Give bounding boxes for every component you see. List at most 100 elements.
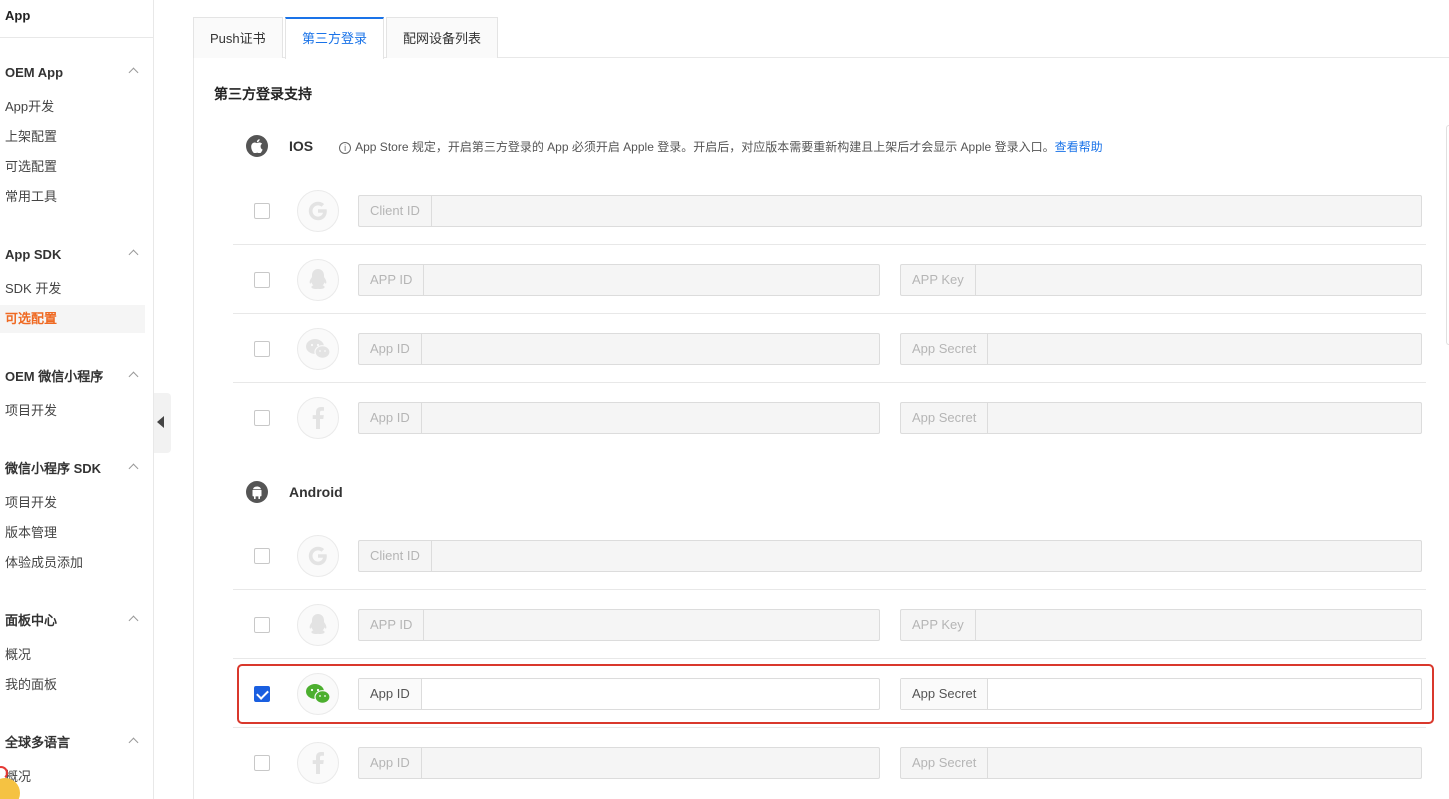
sidebar-item-optional-config[interactable]: 可选配置: [0, 153, 145, 181]
chevron-up-icon: [128, 371, 139, 382]
apple-icon: [246, 135, 268, 157]
android-google-checkbox[interactable]: [254, 548, 270, 564]
sidebar-group-label: 微信小程序 SDK: [5, 461, 102, 476]
ios-wechat-row: App ID App Secret: [233, 314, 1426, 383]
sidebar-group-app-sdk[interactable]: App SDK: [5, 245, 145, 265]
field-label: APP Key: [901, 265, 976, 295]
ios-facebook-app-secret-field: App Secret: [900, 402, 1422, 434]
field-label: App ID: [359, 403, 422, 433]
android-facebook-app-id-input[interactable]: [421, 748, 879, 778]
wechat-icon: [297, 673, 339, 715]
google-icon: [297, 190, 339, 232]
field-label: APP ID: [359, 265, 425, 295]
chevron-up-icon: [128, 67, 139, 78]
sidebar-divider: [0, 37, 153, 38]
sidebar-item-app-dev[interactable]: App开发: [0, 93, 145, 121]
tab-bar: Push证书 第三方登录 配网设备列表: [193, 17, 1449, 59]
ios-qq-row: APP ID APP Key: [233, 245, 1426, 314]
android-google-row: Client ID: [233, 521, 1426, 590]
android-qq-checkbox[interactable]: [254, 617, 270, 633]
ios-facebook-app-secret-input[interactable]: [988, 403, 1421, 433]
sidebar-item-panel-overview[interactable]: 概况: [0, 641, 145, 669]
android-google-client-id-input[interactable]: [431, 541, 1421, 571]
sidebar-group-miniprogram-sdk[interactable]: 微信小程序 SDK: [5, 459, 145, 479]
help-link[interactable]: 查看帮助: [1055, 140, 1103, 154]
chevron-up-icon: [128, 737, 139, 748]
tab-third-party-login[interactable]: 第三方登录: [285, 17, 385, 59]
chevron-up-icon: [128, 615, 139, 626]
ios-qq-app-key-input[interactable]: [975, 265, 1421, 295]
info-icon: i: [339, 141, 352, 154]
ios-facebook-checkbox[interactable]: [254, 410, 270, 426]
wechat-icon: [297, 328, 339, 370]
ios-note-text: App Store 规定，开启第三方登录的 App 必须开启 Apple 登录。…: [355, 139, 1055, 154]
android-wechat-app-id-input[interactable]: [421, 679, 879, 709]
ios-label: IOS: [289, 138, 314, 154]
sidebar-item-version-mgmt[interactable]: 版本管理: [0, 519, 145, 547]
sidebar-collapse-handle[interactable]: [154, 393, 171, 453]
ios-wechat-app-secret-field: App Secret: [900, 333, 1422, 365]
main-content: Push证书 第三方登录 配网设备列表 第三方登录支持 IOS i App Sto…: [193, 0, 1449, 799]
android-wechat-checkbox[interactable]: [254, 686, 270, 702]
ios-qq-app-id-input[interactable]: [424, 265, 879, 295]
sidebar-group-i18n[interactable]: 全球多语言: [5, 733, 145, 753]
ios-wechat-checkbox[interactable]: [254, 341, 270, 357]
chevron-up-icon: [128, 463, 139, 474]
qq-icon: [297, 604, 339, 646]
android-qq-app-id-field: APP ID: [358, 609, 880, 641]
sidebar-group-label: 全球多语言: [5, 735, 71, 750]
facebook-icon: [297, 397, 339, 439]
android-header: Android: [246, 480, 343, 504]
field-label: App ID: [359, 679, 422, 709]
android-qq-app-key-field: APP Key: [900, 609, 1422, 641]
android-icon: [246, 481, 268, 503]
ios-google-row: Client ID: [233, 176, 1426, 245]
caret-left-icon: [157, 416, 164, 428]
sidebar-item-mp-project-dev[interactable]: 项目开发: [0, 489, 145, 517]
ios-facebook-app-id-input[interactable]: [421, 403, 879, 433]
sidebar-item-sdk-dev[interactable]: SDK 开发: [0, 275, 145, 303]
ios-google-client-id-field: Client ID: [358, 195, 1422, 227]
ios-wechat-app-secret-input[interactable]: [988, 334, 1421, 364]
sidebar-item-i18n-overview[interactable]: 概况: [0, 763, 145, 791]
android-wechat-row: App ID App Secret: [233, 659, 1426, 728]
facebook-icon: [297, 742, 339, 784]
sidebar-item-sdk-optional-config[interactable]: 可选配置: [0, 305, 145, 333]
sidebar-item-publish-config[interactable]: 上架配置: [0, 123, 145, 151]
android-wechat-app-secret-input[interactable]: [988, 679, 1421, 709]
sidebar-item-my-panels[interactable]: 我的面板: [0, 671, 145, 699]
ios-facebook-app-id-field: App ID: [358, 402, 880, 434]
field-label: App ID: [359, 334, 422, 364]
tab-push-cert[interactable]: Push证书: [193, 17, 283, 58]
sidebar-group-oem-app[interactable]: OEM App: [5, 63, 145, 83]
field-label: App Secret: [901, 334, 989, 364]
sidebar-item-add-testers[interactable]: 体验成员添加: [0, 549, 145, 577]
sidebar-item-project-dev[interactable]: 项目开发: [0, 397, 145, 425]
ios-qq-checkbox[interactable]: [254, 272, 270, 288]
android-facebook-checkbox[interactable]: [254, 755, 270, 771]
section-title: 第三方登录支持: [214, 86, 312, 102]
android-qq-app-key-input[interactable]: [975, 610, 1421, 640]
sidebar-group-label: OEM 微信小程序: [5, 369, 104, 384]
tab-network-devices[interactable]: 配网设备列表: [386, 17, 499, 58]
sidebar-title: App: [5, 8, 31, 23]
ios-wechat-app-id-input[interactable]: [421, 334, 879, 364]
sidebar-group-oem-miniprogram[interactable]: OEM 微信小程序: [5, 367, 145, 387]
android-wechat-app-id-field: App ID: [358, 678, 880, 710]
ios-google-checkbox[interactable]: [254, 203, 270, 219]
field-label: App ID: [359, 748, 422, 778]
sidebar: App OEM App App开发 上架配置 可选配置 常用工具 App SDK…: [0, 0, 154, 799]
field-label: App Secret: [901, 403, 989, 433]
android-facebook-app-secret-field: App Secret: [900, 747, 1422, 779]
ios-facebook-row: App ID App Secret: [233, 383, 1426, 452]
android-facebook-app-secret-input[interactable]: [988, 748, 1421, 778]
google-icon: [297, 535, 339, 577]
ios-qq-app-id-field: APP ID: [358, 264, 880, 296]
android-qq-app-id-input[interactable]: [424, 610, 879, 640]
sidebar-group-panel-center[interactable]: 面板中心: [5, 611, 145, 631]
android-facebook-row: App ID App Secret: [233, 728, 1426, 797]
ios-google-client-id-input[interactable]: [431, 196, 1421, 226]
android-wechat-app-secret-field: App Secret: [900, 678, 1422, 710]
android-facebook-app-id-field: App ID: [358, 747, 880, 779]
sidebar-item-tools[interactable]: 常用工具: [0, 183, 145, 211]
